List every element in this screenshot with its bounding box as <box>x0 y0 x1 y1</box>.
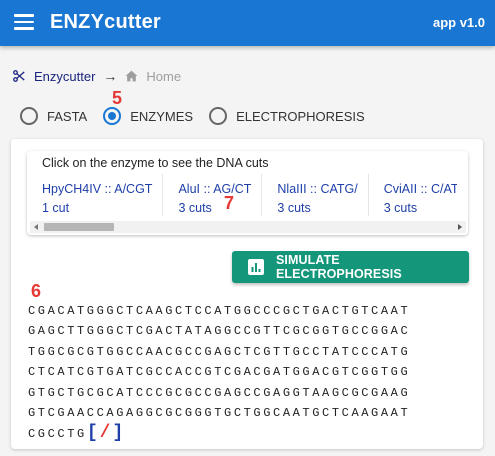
enzyme-name: CviAII :: C/ATG <box>383 182 457 196</box>
home-icon <box>125 70 138 82</box>
enzyme-cuts: 3 cuts <box>383 201 418 215</box>
mode-radio-group: FASTA ENZYMES ELECTROPHORESIS <box>20 107 381 125</box>
breadcrumb: Enzycutter → Home <box>12 66 181 86</box>
simulate-electrophoresis-button[interactable]: SIMULATE ELECTROPHORESIS <box>232 251 469 283</box>
enzyme-item-nlaiii[interactable]: NlaIII :: CATG/ 3 cuts <box>262 174 369 216</box>
scrollbar-thumb[interactable] <box>44 223 114 231</box>
radio-button[interactable] <box>103 107 122 125</box>
dna-tail: CGCCTG <box>28 427 87 442</box>
app-bar: ENZYcutter app v1.0 <box>0 0 495 46</box>
scissors-icon <box>13 70 25 82</box>
enzyme-item-cviaii[interactable]: CviAII :: C/ATG 3 cuts <box>369 174 457 216</box>
horizontal-scrollbar[interactable] <box>30 221 466 233</box>
breadcrumb-enzycutter-link[interactable]: Enzycutter <box>12 69 95 84</box>
app-title: ENZYcutter <box>50 11 161 33</box>
radio-enzymes[interactable]: ENZYMES <box>103 107 193 125</box>
radio-fasta[interactable]: FASTA <box>20 107 87 125</box>
dna-line: GAGCTTGGGCTCGACTATAGGCCGTTCGCGGTGCCGGAC <box>28 324 411 339</box>
radio-label: FASTA <box>47 108 88 124</box>
enzyme-item-hpych4iv[interactable]: HpyCH4IV :: A/CGT 1 cut <box>27 174 164 216</box>
annotation-5: 5 <box>112 88 123 108</box>
cut-open: [ <box>86 423 100 444</box>
dna-line: TGGCGCGTGGCCAACGCCGAGCTCGTTGCCTATCCCATG <box>28 344 411 359</box>
breadcrumb-item-label: Home <box>146 68 182 84</box>
enzyme-panel: Click on the enzyme to see the DNA cuts … <box>27 151 468 235</box>
enzyme-cuts: 3 cuts <box>277 201 311 215</box>
breadcrumb-item-label: Enzycutter <box>34 68 96 84</box>
arrow-right-icon: → <box>103 68 118 84</box>
radio-button[interactable] <box>20 107 38 125</box>
dna-line: GTGCTGCGCATCCCGCGCCGAGCCGAGGTAAGCGCGAAG <box>28 385 411 400</box>
annotation-7: 7 <box>224 193 235 213</box>
dna-line-last: CGCCTG[/] <box>28 423 410 443</box>
radio-label: ELECTROPHORESIS <box>236 108 365 124</box>
radio-electrophoresis[interactable]: ELECTROPHORESIS <box>209 107 365 125</box>
dna-line: CTCATCGTGATCGCCACCGTCGACGATGGACGTCGGTGG <box>28 365 411 380</box>
enzyme-hint: Click on the enzyme to see the DNA cuts <box>42 156 269 170</box>
radio-button[interactable] <box>209 107 228 125</box>
enzyme-name: HpyCH4IV :: A/CGT <box>42 182 153 196</box>
scroll-right-icon[interactable] <box>458 224 462 230</box>
simulate-button-label: SIMULATE ELECTROPHORESIS <box>275 253 402 281</box>
bar-chart-icon <box>248 259 264 275</box>
scroll-left-icon[interactable] <box>34 224 38 230</box>
enzyme-cuts: 3 cuts <box>178 201 212 215</box>
enzyme-name: NlaIII :: CATG/ <box>277 182 358 196</box>
enzyme-name: AluI :: AG/CT <box>178 182 252 196</box>
breadcrumb-home: Home <box>125 69 181 84</box>
annotation-6: 6 <box>31 281 42 301</box>
app-version: app v1.0 <box>432 15 485 30</box>
enzyme-list: HpyCH4IV :: A/CGT 1 cut AluI :: AG/CT 3 … <box>27 174 457 222</box>
cut-marker[interactable]: [/] <box>87 423 125 443</box>
cut-slash: / <box>99 423 113 444</box>
cut-close: ] <box>112 423 126 444</box>
dna-line: CGACATGGGCTCAAGCTCCATGGCCCGCTGACTGTCAAT <box>28 304 411 318</box>
enzyme-cuts: 1 cut <box>42 201 70 215</box>
dna-sequence: CGACATGGGCTCAAGCTCCATGGCCCGCTGACTGTCAAT … <box>28 301 410 444</box>
radio-label: ENZYMES <box>130 108 194 124</box>
main-card: Click on the enzyme to see the DNA cuts … <box>11 139 483 449</box>
enzyme-item-alui[interactable]: AluI :: AG/CT 3 cuts <box>163 174 263 216</box>
dna-line: GTCGAACCAGAGGCGCGGGTGCTGGCAATGCTCAAGAAT <box>28 405 411 420</box>
menu-icon[interactable] <box>14 14 34 30</box>
